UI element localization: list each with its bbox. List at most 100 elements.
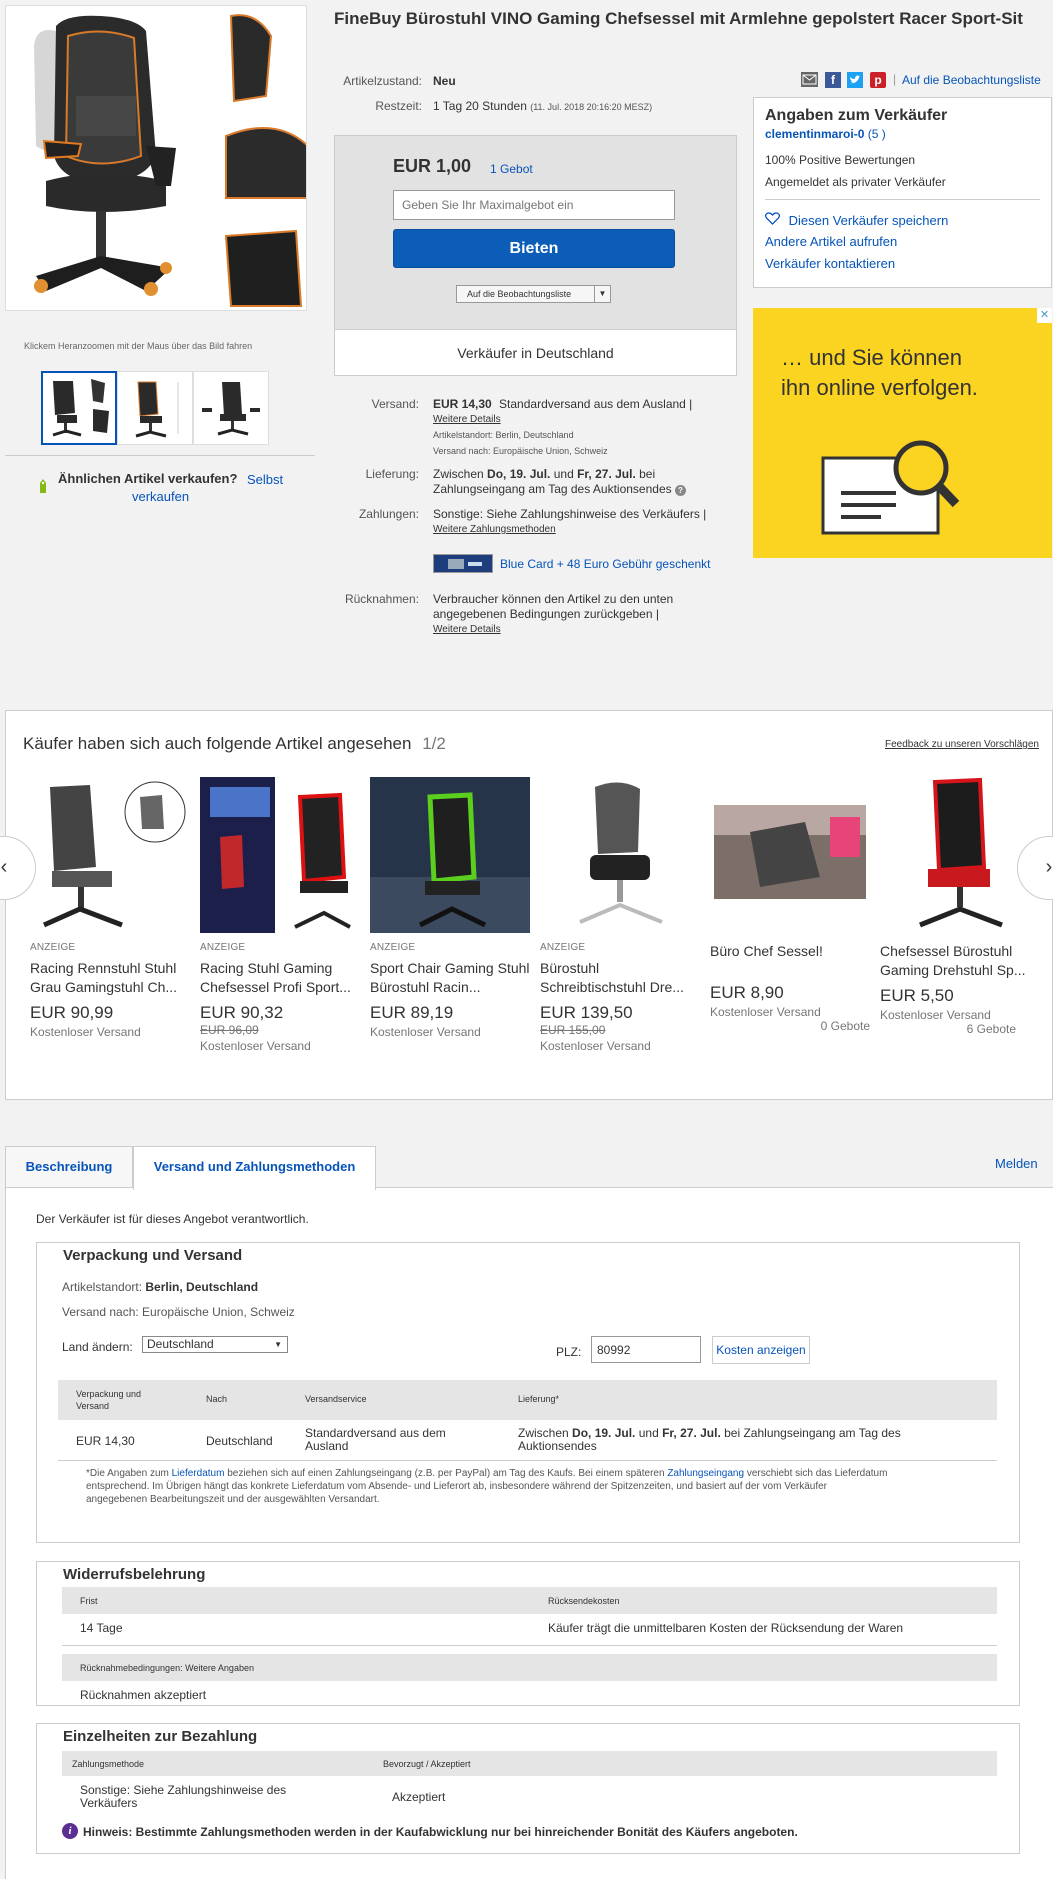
tab-description[interactable]: Beschreibung bbox=[5, 1146, 133, 1188]
divider bbox=[5, 455, 315, 456]
watchlist-dropdown-label: Auf die Beobachtungsliste bbox=[467, 289, 572, 299]
related-items-carousel: Käufer haben sich auch folgende Artikel … bbox=[0, 710, 1053, 1100]
info-icon: i bbox=[62, 1823, 78, 1839]
carousel-item-1[interactable]: ANZEIGE Racing Rennstuhl Stuhl Grau Gami… bbox=[30, 777, 190, 1039]
item-shipping: Kostenloser Versand bbox=[370, 1025, 481, 1039]
seller-score-link[interactable]: (5 ) bbox=[868, 127, 886, 141]
zip-input[interactable] bbox=[591, 1336, 701, 1363]
carousel-item-5[interactable]: Büro Chef Sessel! EUR 8,90 Kostenloser V… bbox=[710, 777, 870, 1033]
returns-line-1: Verbraucher können den Artikel zu den un… bbox=[433, 592, 674, 606]
feedback-link[interactable]: Feedback zu unseren Vorschlägen bbox=[885, 739, 1039, 750]
magnifier-icon bbox=[821, 440, 960, 535]
item-old-price: EUR 96,09 bbox=[200, 1023, 259, 1037]
watchlist-dropdown[interactable]: Auf die Beobachtungsliste ▼ bbox=[456, 285, 611, 303]
item-title[interactable]: Bürostuhl Schreibtischstuhl Dre... bbox=[540, 959, 700, 997]
row-del-2: Auktionsendes bbox=[518, 1439, 597, 1453]
delivery-date-2: Fr, 27. Jul. bbox=[577, 467, 636, 481]
bid-count-link[interactable]: 1 Gebot bbox=[490, 162, 533, 176]
delivery-pre: Zwischen bbox=[433, 467, 488, 481]
item-title[interactable]: Chefsessel Bürostuhl Gaming Drehstuhl Sp… bbox=[880, 942, 1040, 980]
ad-text-1: … und Sie können bbox=[781, 345, 963, 370]
product-image bbox=[540, 777, 700, 933]
delivery-post: bei bbox=[635, 467, 656, 481]
payment-hint: Hinweis: Bestimmte Zahlungsmethoden werd… bbox=[83, 1825, 798, 1839]
main-product-image[interactable] bbox=[5, 5, 307, 311]
payment-table-header bbox=[62, 1751, 997, 1776]
pay-method-1: Sonstige: Siehe Zahlungshinweise des bbox=[80, 1783, 287, 1797]
withdrawal-table-header bbox=[62, 1587, 997, 1614]
carousel-page: 1/2 bbox=[422, 734, 446, 753]
tab-shipping-payment[interactable]: Versand und Zahlungsmethoden bbox=[133, 1146, 376, 1190]
country-select[interactable]: Deutschland ▼ bbox=[142, 1336, 288, 1353]
row-delivery: Zwischen Do, 19. Jul. und Fr, 27. Jul. b… bbox=[518, 1427, 901, 1453]
item-location-value: Berlin, Deutschland bbox=[145, 1280, 259, 1294]
item-bids: 0 Gebote bbox=[820, 1019, 870, 1033]
save-seller-link[interactable]: Diesen Verkäufer speichern bbox=[789, 213, 949, 228]
advertisement[interactable]: ✕ … und Sie können ihn online verfolgen. bbox=[753, 308, 1052, 558]
pay-th-method: Zahlungsmethode bbox=[72, 1759, 145, 1769]
place-bid-button[interactable]: Bieten bbox=[393, 229, 675, 268]
other-items-link[interactable]: Andere Artikel aufrufen bbox=[765, 234, 1040, 249]
delivery-line-2-text: Zahlungseingang am Tag des Auktionsendes bbox=[433, 482, 672, 496]
carousel-item-4[interactable]: ANZEIGE Bürostuhl Schreibtischstuhl Dre.… bbox=[540, 777, 700, 1053]
report-link[interactable]: Melden bbox=[995, 1156, 1038, 1171]
shipping-label: Versand: bbox=[371, 397, 419, 411]
item-title[interactable]: Racing Rennstuhl Stuhl Grau Gamingstuhl … bbox=[30, 959, 190, 997]
chair-thumbnail bbox=[118, 372, 192, 444]
item-price: EUR 89,19 bbox=[370, 1003, 454, 1022]
time-left-value: 1 Tag 20 Stunden (11. Jul. 2018 20:16:20… bbox=[433, 99, 652, 113]
chair-thumbnail bbox=[43, 373, 115, 443]
heart-icon[interactable] bbox=[764, 212, 781, 228]
email-icon[interactable] bbox=[801, 72, 818, 87]
ad-text-2: ihn online verfolgen. bbox=[781, 375, 978, 400]
product-image bbox=[880, 777, 1040, 933]
withdrawal-title: Widerrufsbelehrung bbox=[63, 1566, 206, 1583]
item-title[interactable]: Büro Chef Sessel! bbox=[710, 942, 870, 961]
delivery-note: *Die Angaben zum Lieferdatum beziehen si… bbox=[86, 1467, 986, 1506]
row-service-2: Ausland bbox=[305, 1439, 349, 1453]
wr-conditions: Rücknahmen akzeptiert bbox=[80, 1688, 207, 1702]
note-3: angegebenen Bearbeitungszeit und der aus… bbox=[86, 1494, 380, 1505]
carousel-title: Käufer haben sich auch folgende Artikel … bbox=[23, 734, 446, 754]
chevron-right-icon: › bbox=[1045, 856, 1053, 878]
carousel-item-2[interactable]: ANZEIGE Racing Stuhl Gaming Chefsessel P… bbox=[200, 777, 360, 1053]
returns-label: Rücknahmen: bbox=[344, 592, 419, 606]
payment-receipt-link[interactable]: Zahlungseingang bbox=[667, 1468, 744, 1479]
thumbnail-3[interactable] bbox=[193, 371, 269, 445]
carousel-item-3[interactable]: ANZEIGE Sport Chair Gaming Stuhl Bürostu… bbox=[370, 777, 530, 1039]
watchlist-link[interactable]: Auf die Beobachtungsliste bbox=[902, 73, 1041, 87]
pay-method-2: Verkäufers bbox=[80, 1796, 138, 1810]
facebook-icon[interactable]: f bbox=[825, 72, 841, 88]
item-title[interactable]: Racing Stuhl Gaming Chefsessel Profi Spo… bbox=[200, 959, 360, 997]
seller-info-box: Angaben zum Verkäufer clementinmaroi-0 (… bbox=[753, 97, 1052, 288]
shipping-details-link[interactable]: Weitere Details bbox=[433, 414, 501, 425]
chevron-down-icon[interactable]: ▼ bbox=[594, 286, 610, 302]
help-icon[interactable]: ? bbox=[674, 485, 686, 496]
returns-details-link[interactable]: Weitere Details bbox=[433, 624, 501, 635]
twitter-icon[interactable] bbox=[847, 72, 863, 88]
item-title[interactable]: Sport Chair Gaming Stuhl Bürostuhl Racin… bbox=[370, 959, 530, 997]
item-price: EUR 8,90 bbox=[710, 983, 784, 1002]
delivery-date-link[interactable]: Lieferdatum bbox=[172, 1468, 225, 1479]
pinterest-icon[interactable]: p bbox=[870, 72, 886, 88]
bluecard-link[interactable]: Blue Card + 48 Euro Gebühr geschenkt bbox=[500, 557, 710, 571]
chevron-left-icon: ‹ bbox=[0, 856, 8, 878]
close-icon[interactable]: ✕ bbox=[1037, 308, 1052, 323]
contact-seller-link[interactable]: Verkäufer kontaktieren bbox=[765, 256, 1040, 271]
carousel-item-6[interactable]: Chefsessel Bürostuhl Gaming Drehstuhl Sp… bbox=[880, 777, 1040, 1036]
item-shipping: Kostenloser Versand bbox=[540, 1039, 651, 1053]
time-left-text: 1 Tag 20 Stunden bbox=[433, 99, 527, 113]
chair-thumbnail bbox=[194, 372, 268, 444]
item-shipping: Kostenloser Versand bbox=[880, 1008, 991, 1022]
thumbnail-2[interactable] bbox=[117, 371, 193, 445]
show-costs-button[interactable]: Kosten anzeigen bbox=[712, 1336, 810, 1364]
item-price: EUR 139,50 bbox=[540, 1003, 633, 1022]
buy-box: EUR 1,00 1 Gebot Bieten Auf die Beobacht… bbox=[334, 135, 737, 376]
more-payment-link[interactable]: Weitere Zahlungsmethoden bbox=[433, 524, 556, 535]
wr-th-costs: Rücksendekosten bbox=[548, 1596, 620, 1606]
max-bid-input[interactable] bbox=[393, 190, 675, 220]
shipping-service: Standardversand aus dem Ausland | bbox=[499, 397, 693, 411]
sell-yourself-link[interactable]: Selbst verkaufen bbox=[132, 471, 292, 505]
seller-name-link[interactable]: clementinmaroi-0 bbox=[765, 127, 864, 141]
thumbnail-1[interactable] bbox=[41, 371, 117, 445]
